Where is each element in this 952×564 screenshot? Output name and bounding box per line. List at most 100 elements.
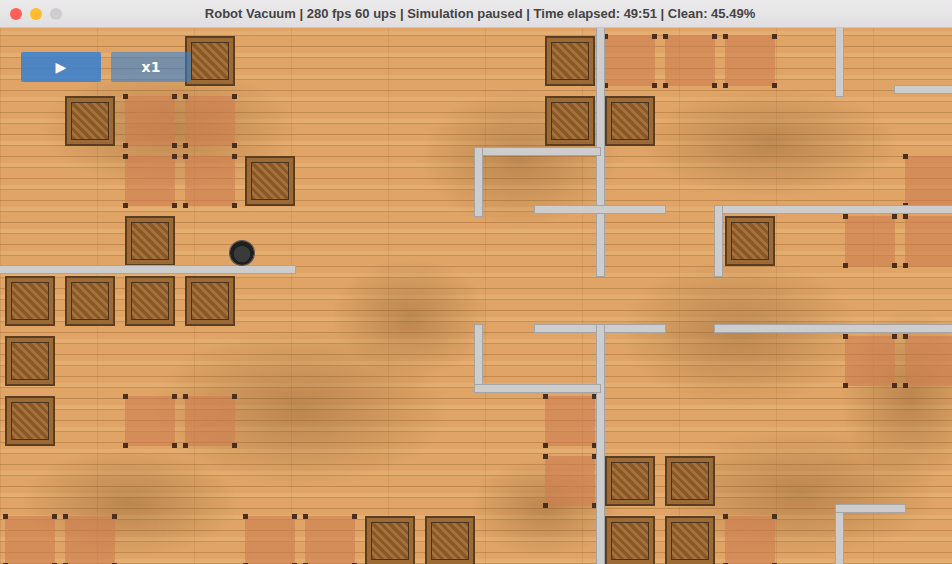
wall: [836, 28, 843, 96]
crate-lid: [611, 102, 649, 140]
play-button[interactable]: ▶: [21, 52, 101, 82]
dirt-patch: [330, 258, 490, 378]
dirt-patch: [640, 88, 900, 198]
table-leg: [543, 454, 548, 459]
crate-lid: [551, 42, 589, 80]
table-leg: [352, 563, 357, 564]
table-leg: [772, 514, 777, 519]
table-leg: [172, 94, 177, 99]
window-control[interactable]: [50, 8, 62, 20]
speed-button[interactable]: x1: [111, 52, 191, 82]
table: [185, 396, 235, 446]
table-leg: [723, 83, 728, 88]
wall: [475, 385, 600, 392]
table-leg: [843, 263, 848, 268]
table: [125, 396, 175, 446]
table-leg: [843, 334, 848, 339]
table-leg: [292, 514, 297, 519]
wall: [895, 86, 952, 93]
table-leg: [172, 203, 177, 208]
crate-lid: [371, 522, 409, 560]
table-leg: [183, 443, 188, 448]
table: [125, 96, 175, 146]
table-leg: [723, 514, 728, 519]
table-leg: [123, 154, 128, 159]
crate-lid: [731, 222, 769, 260]
table: [905, 156, 952, 206]
table-leg: [543, 503, 548, 508]
table-leg: [183, 94, 188, 99]
window-control[interactable]: [10, 8, 22, 20]
crate-lid: [251, 162, 289, 200]
table-leg: [63, 514, 68, 519]
table: [905, 216, 952, 266]
robot-vacuum: [230, 241, 254, 265]
table-leg: [772, 34, 777, 39]
table-leg: [52, 563, 57, 564]
wall: [0, 266, 295, 273]
table-leg: [352, 514, 357, 519]
table-leg: [543, 443, 548, 448]
app-window: Robot Vacuum | 280 fps 60 ups | Simulati…: [0, 0, 952, 564]
table-leg: [712, 34, 717, 39]
crate-lid: [551, 102, 589, 140]
table-leg: [172, 394, 177, 399]
table-leg: [123, 94, 128, 99]
crate-lid: [671, 522, 709, 560]
table: [545, 456, 595, 506]
crate: [125, 276, 175, 326]
table-leg: [292, 563, 297, 564]
table-leg: [892, 263, 897, 268]
table-leg: [663, 83, 668, 88]
table-leg: [3, 563, 8, 564]
crate: [425, 516, 475, 564]
table-leg: [232, 394, 237, 399]
table-leg: [652, 34, 657, 39]
table-leg: [232, 443, 237, 448]
crate: [5, 396, 55, 446]
table-leg: [712, 83, 717, 88]
table-leg: [663, 34, 668, 39]
table-leg: [123, 203, 128, 208]
table-leg: [903, 334, 908, 339]
crate: [605, 96, 655, 146]
crate: [365, 516, 415, 564]
table-leg: [232, 154, 237, 159]
table-leg: [232, 203, 237, 208]
table: [5, 516, 55, 564]
crate: [5, 276, 55, 326]
wall: [836, 505, 843, 564]
crate: [545, 96, 595, 146]
window-title: Robot Vacuum | 280 fps 60 ups | Simulati…: [70, 6, 890, 21]
wall: [475, 148, 482, 216]
table: [65, 516, 115, 564]
table-leg: [903, 263, 908, 268]
crate: [5, 336, 55, 386]
table-leg: [112, 563, 117, 564]
crate: [125, 216, 175, 266]
window-control[interactable]: [30, 8, 42, 20]
crate: [665, 516, 715, 564]
title-bar: Robot Vacuum | 280 fps 60 ups | Simulati…: [0, 0, 952, 28]
table-leg: [183, 154, 188, 159]
crate-lid: [11, 402, 49, 440]
table-leg: [243, 514, 248, 519]
wall: [715, 206, 952, 213]
crate: [185, 276, 235, 326]
crate: [245, 156, 295, 206]
wall: [715, 206, 722, 276]
table-leg: [243, 563, 248, 564]
table-leg: [232, 94, 237, 99]
table-leg: [843, 214, 848, 219]
crate-lid: [11, 342, 49, 380]
table-leg: [123, 143, 128, 148]
table-leg: [303, 514, 308, 519]
table: [545, 396, 595, 446]
table-leg: [903, 214, 908, 219]
dirt-patch: [620, 258, 860, 408]
table: [185, 96, 235, 146]
wall: [475, 325, 482, 391]
table: [845, 216, 895, 266]
table-leg: [183, 203, 188, 208]
table: [245, 516, 295, 564]
